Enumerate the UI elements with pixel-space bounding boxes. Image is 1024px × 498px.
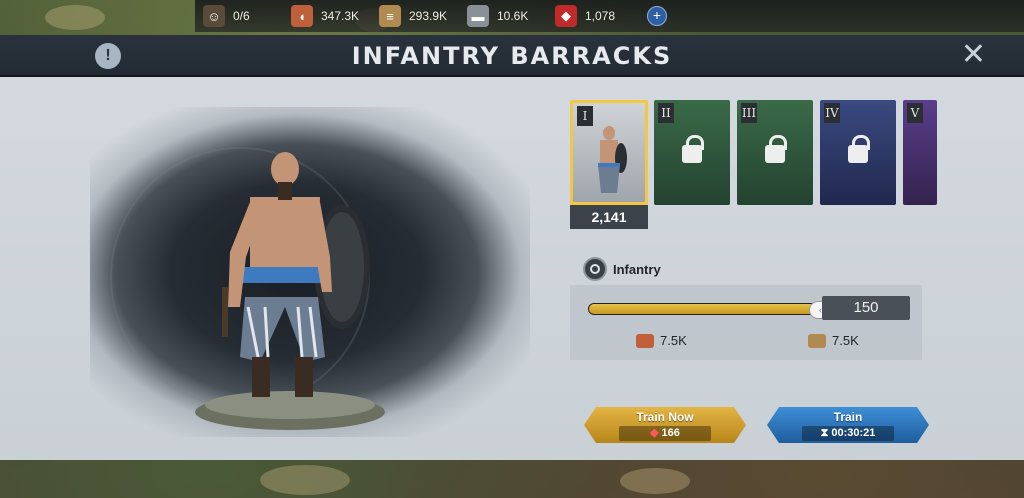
wood-cost: 7.5K [808,333,859,348]
train-now-label: Train Now [636,410,694,424]
lock-icon [848,135,870,163]
train-label: Train [833,410,863,424]
gem-icon: ◆ [650,427,659,439]
wood-icon: ≡ [379,5,401,27]
resource-gems-value: 1,078 [585,9,616,23]
resource-troops-value: 0/6 [233,9,250,23]
food-cost: 7.5K [636,333,687,348]
plus-icon[interactable]: + [647,6,667,26]
train-button[interactable]: Train ⧗ 00:30:21 [767,407,929,443]
resource-food-value: 347.3K [321,9,360,23]
resource-wood-value: 293.9K [409,9,448,23]
train-now-cost: ◆ 166 [619,426,711,441]
resource-iron[interactable]: ▬ 10.6K [467,5,549,27]
wood-icon [808,333,826,348]
meat-icon: ◖ [291,5,313,27]
quantity-slider-fill [589,304,817,314]
resource-iron-value: 10.6K [497,9,529,23]
quantity-slider[interactable]: ‹› [588,301,835,319]
lock-icon [682,135,704,163]
tier-card-1[interactable]: I [570,100,648,205]
soldier-icon: ☺ [203,5,225,27]
troop-portrait [90,107,530,437]
troop-type-label: Infantry [613,261,661,277]
food-cost-value: 7.5K [660,333,687,348]
tier-card-5[interactable]: V [903,100,937,205]
resource-food[interactable]: ◖ 347.3K [291,5,373,27]
hourglass-icon: ⧗ [820,427,829,439]
wood-cost-value: 7.5K [832,333,859,348]
training-quantity-panel: ‹› 150 7.5K 7.5K [570,285,922,360]
tier-card-2[interactable]: II [654,100,730,205]
quantity-input[interactable]: 150 [822,296,910,320]
train-time-value: 00:30:21 [831,427,876,439]
lock-icon [765,135,787,163]
resource-bar: ☺ 0/6 ◖ 347.3K ≡ 293.9K ▬ 10.6K ◆ 1,078 … [195,0,1024,32]
train-now-button[interactable]: Train Now ◆ 166 [584,407,746,443]
world-building [620,468,690,494]
barracks-panel: I II III IV V 2,141 Infantry 150 7.5K 7.… [0,77,1024,460]
close-icon[interactable]: ✕ [961,39,986,71]
resource-troops[interactable]: ☺ 0/6 [203,5,285,27]
troop-type-row: Infantry [583,257,661,281]
troop-count: 2,141 [570,205,648,229]
tier-numeral: II [658,103,674,123]
tier-1-warrior-icon [598,126,627,193]
meat-icon [636,333,654,348]
train-time: ⧗ 00:30:21 [802,426,894,441]
page-title: INFANTRY BARRACKS [351,42,673,70]
world-building [260,465,350,495]
tier-numeral: IV [824,103,840,123]
window-header: ! INFANTRY BARRACKS ✕ [0,35,1024,77]
resource-gems[interactable]: ◆ 1,078 [555,5,637,27]
tier-numeral: III [741,103,757,123]
tier-card-4[interactable]: IV [820,100,896,205]
resource-wood[interactable]: ≡ 293.9K [379,5,461,27]
tier-card-3[interactable]: III [737,100,813,205]
train-now-cost-value: 166 [661,427,680,439]
gem-icon: ◆ [555,5,577,27]
tier-numeral: V [907,103,923,123]
infantry-type-icon [583,257,607,281]
infantry-warrior-figure [195,152,385,430]
iron-icon: ▬ [467,5,489,27]
world-tree [45,5,105,30]
